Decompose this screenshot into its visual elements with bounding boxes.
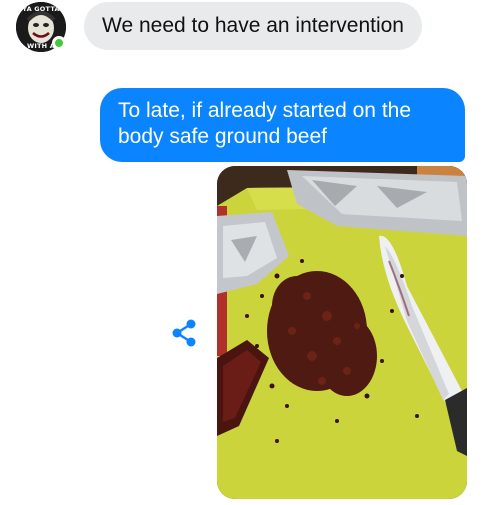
share-button[interactable]: [170, 318, 198, 348]
outgoing-message-bubble[interactable]: To late, if already started on the body …: [100, 88, 465, 162]
share-icon: [172, 319, 196, 347]
avatar-top-text: YA GOTTA: [22, 5, 60, 13]
photo-attachment[interactable]: [217, 166, 467, 499]
online-status-dot: [52, 36, 66, 50]
incoming-message-bubble[interactable]: We need to have an intervention: [84, 2, 422, 50]
attachment-image: [217, 166, 467, 499]
incoming-message-text: We need to have an intervention: [102, 14, 404, 37]
outgoing-message-text: To late, if already started on the body …: [118, 99, 412, 148]
